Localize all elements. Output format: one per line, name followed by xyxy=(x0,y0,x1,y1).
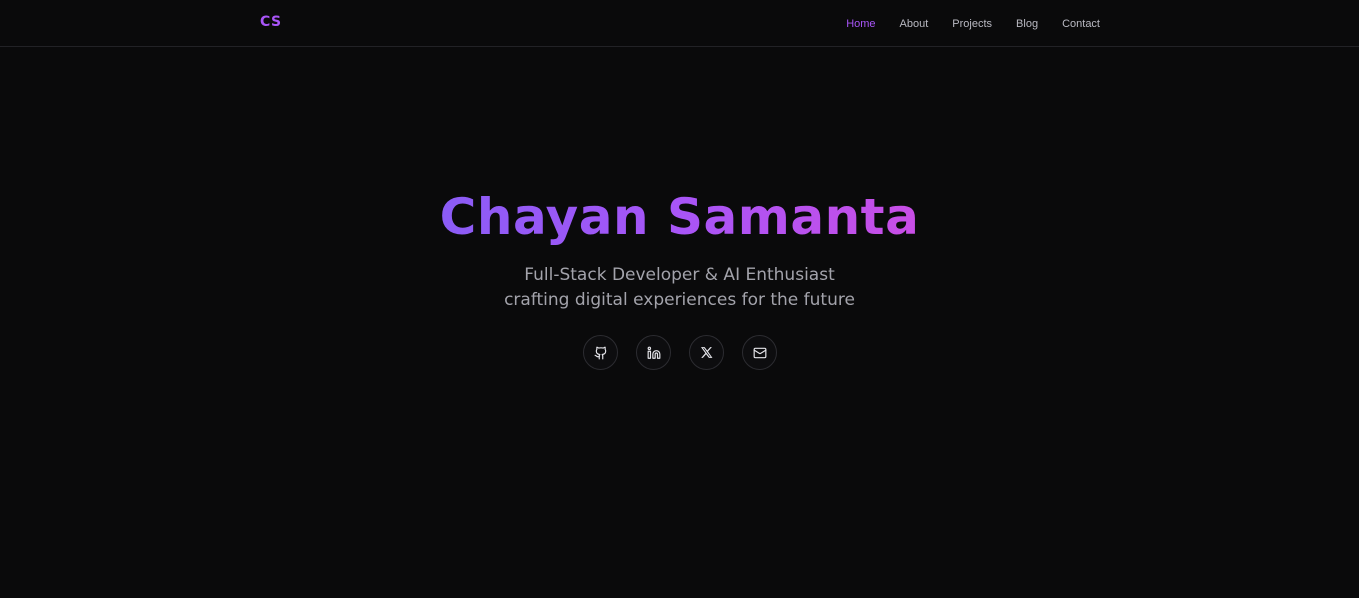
mail-icon xyxy=(753,346,767,360)
linkedin-button[interactable] xyxy=(636,335,671,370)
tagline-line-2: crafting digital experiences for the fut… xyxy=(504,290,855,310)
top-navbar: CS Home About Projects Blog Contact xyxy=(0,0,1359,47)
x-button[interactable] xyxy=(689,335,724,370)
logo[interactable]: CS xyxy=(260,14,282,30)
nav-about-link[interactable]: About xyxy=(900,18,929,30)
hero-section: Chayan Samanta Full-Stack Developer & AI… xyxy=(0,186,1359,313)
github-button[interactable] xyxy=(583,335,618,370)
nav-blog-link[interactable]: Blog xyxy=(1016,18,1038,30)
nav-contact-link[interactable]: Contact xyxy=(1062,18,1100,30)
hero-name: Chayan Samanta xyxy=(439,188,920,246)
nav-projects-link[interactable]: Projects xyxy=(952,18,992,30)
hero-tagline: Full-Stack Developer & AI Enthusiast cra… xyxy=(0,263,1359,313)
main-nav: Home About Projects Blog Contact xyxy=(846,0,1100,47)
nav-home-link[interactable]: Home xyxy=(846,18,875,30)
linkedin-icon xyxy=(647,346,661,360)
github-icon xyxy=(594,346,608,360)
email-button[interactable] xyxy=(742,335,777,370)
social-links xyxy=(583,335,777,370)
x-icon xyxy=(700,346,713,359)
tagline-line-1: Full-Stack Developer & AI Enthusiast xyxy=(524,265,835,285)
